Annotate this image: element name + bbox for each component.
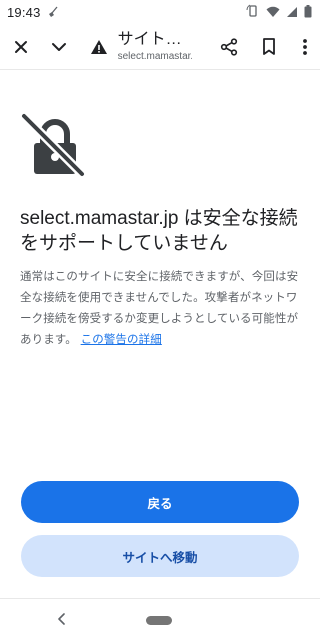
proceed-to-site-button[interactable]: サイトへ移動 [21, 535, 299, 577]
details-link[interactable]: この警告の詳細 [81, 332, 162, 346]
bookmark-button[interactable] [254, 31, 284, 63]
status-time: 19:43 [7, 4, 41, 20]
security-warning-button[interactable] [84, 31, 114, 63]
error-heading: select.mamastar.jp は安全な接続をサポートしていません [20, 208, 298, 254]
battery-icon [304, 3, 312, 22]
status-bar: 19:43 [0, 0, 320, 24]
back-arrow-icon [58, 613, 65, 625]
status-right [246, 3, 312, 22]
status-left: 19:43 [7, 3, 59, 22]
back-button[interactable]: 戻る [21, 481, 299, 523]
more-vert-icon [303, 38, 307, 55]
nav-home-pill[interactable] [146, 616, 172, 625]
page-title-block[interactable]: サイト… select.mamastar.jp [118, 31, 193, 62]
broom-icon [47, 3, 59, 22]
bookmark-icon [263, 37, 276, 55]
page-title: サイト… [117, 31, 182, 49]
browser-toolbar: サイト… select.mamastar.jp [0, 24, 320, 70]
nav-back-button[interactable] [52, 609, 72, 629]
close-button[interactable] [6, 31, 36, 63]
error-description: 通常はこのサイトに安全に接続できますが、今回は安全な接続を使用できませんでした。… [20, 266, 300, 350]
minimize-button[interactable] [44, 31, 74, 63]
share-icon [221, 37, 238, 56]
warning-icon [90, 39, 107, 54]
chevron-down-icon [51, 42, 66, 51]
close-icon [14, 40, 27, 53]
rotate-icon [246, 3, 260, 22]
signal-icon [286, 3, 298, 22]
page-url: select.mamastar.jp [117, 50, 193, 62]
system-nav-bar [0, 598, 320, 640]
wifi-icon [266, 3, 280, 22]
broken-lock-icon [18, 110, 88, 180]
share-button[interactable] [214, 31, 244, 63]
more-options-button[interactable] [290, 31, 320, 63]
